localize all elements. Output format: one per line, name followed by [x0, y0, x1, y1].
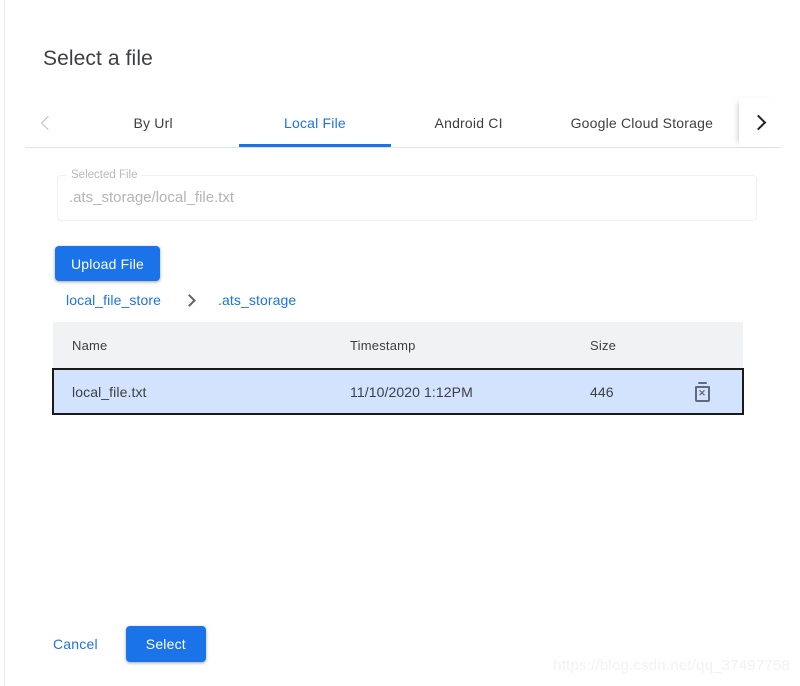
page-title: Select a file: [43, 44, 153, 74]
selected-file-input[interactable]: Selected File .ats_storage/local_file.tx…: [57, 175, 757, 221]
trash-x-mark: ✕: [698, 389, 706, 398]
tab-local-file[interactable]: Local File: [239, 98, 390, 147]
cell-file-name: local_file.txt: [54, 384, 350, 400]
selected-file-label: Selected File: [67, 168, 141, 182]
tab-by-url[interactable]: By Url: [67, 98, 239, 147]
trash-can: ✕: [695, 386, 710, 402]
breadcrumb-item-local-file-store[interactable]: local_file_store: [66, 292, 161, 308]
tab-android-ci[interactable]: Android CI: [391, 98, 547, 147]
select-button[interactable]: Select: [126, 626, 206, 662]
cell-file-size: 446: [590, 384, 680, 400]
table-row[interactable]: local_file.txt 11/10/2020 1:12PM 446 ✕: [52, 368, 744, 415]
table-header-row: Name Timestamp Size: [53, 322, 743, 368]
tab-list: By Url Local File Android CI Google Clou…: [67, 98, 737, 147]
breadcrumb: local_file_store .ats_storage: [66, 290, 296, 310]
cell-actions: ✕: [680, 382, 724, 402]
chevron-right-icon: [183, 294, 196, 307]
cell-file-timestamp: 11/10/2020 1:12PM: [350, 384, 590, 400]
cancel-button[interactable]: Cancel: [43, 627, 108, 662]
watermark: https://blog.csdn.net/qq_37497758: [553, 657, 790, 674]
dialog-footer: Cancel Select: [43, 626, 206, 662]
breadcrumb-item-ats-storage[interactable]: .ats_storage: [218, 292, 296, 308]
chevron-left-icon: [41, 115, 55, 129]
upload-file-button[interactable]: Upload File: [55, 246, 160, 281]
column-header-name: Name: [53, 338, 350, 353]
chevron-right-icon: [750, 115, 766, 131]
column-header-size: Size: [590, 338, 680, 353]
tab-bar: By Url Local File Android CI Google Clou…: [25, 98, 781, 148]
trash-icon[interactable]: ✕: [694, 382, 711, 402]
tab-scroll-right-button[interactable]: [739, 98, 781, 147]
selected-file-value: .ats_storage/local_file.txt: [69, 187, 234, 209]
tab-google-cloud-storage[interactable]: Google Cloud Storage: [547, 98, 737, 147]
trash-lid: [698, 382, 707, 385]
column-header-timestamp: Timestamp: [350, 338, 590, 353]
select-a-file-dialog: Select a file By Url Local File Android …: [4, 0, 800, 686]
file-table: Name Timestamp Size local_file.txt 11/10…: [53, 322, 743, 415]
tab-scroll-left-button[interactable]: [25, 98, 67, 147]
